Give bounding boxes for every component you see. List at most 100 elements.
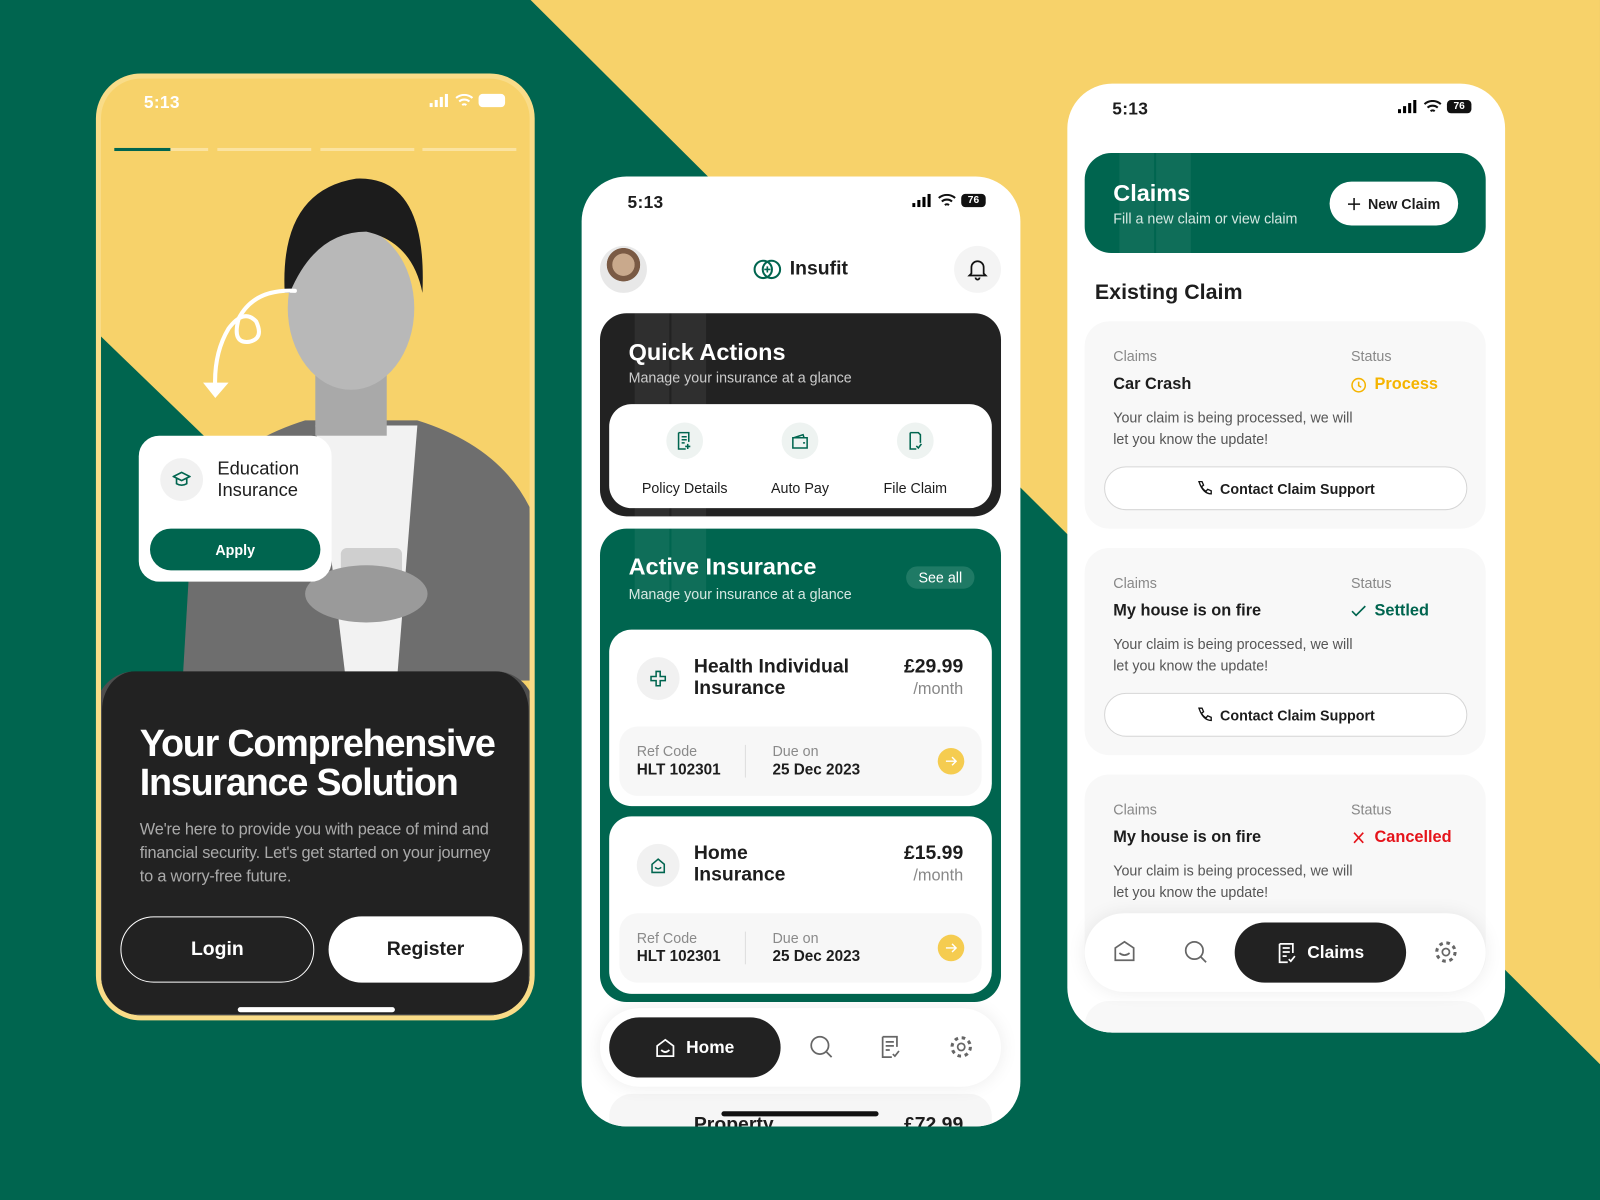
claim-description: Your claim is being processed, we will l… [1113,409,1353,447]
claim-title: My house is on fire [1113,602,1262,620]
status-time: 5:13 [627,192,664,213]
wifi-icon [1423,100,1442,113]
nav-search-icon[interactable] [1184,940,1208,964]
phone-icon [1197,707,1212,722]
open-insurance-button[interactable] [937,934,965,962]
battery-icon: 76 [961,193,986,208]
progress-segment [320,147,415,152]
insurance-details: Ref Code HLT 102301 Due on 25 Dec 2023 [619,726,982,796]
quick-action-policy-details[interactable]: Policy Details [629,422,741,496]
nav-home-icon[interactable] [1113,940,1135,962]
due-label: Due on [772,929,819,946]
claim-description: Your claim is being processed, we will l… [1113,635,1353,674]
headline: Your Comprehensive Insurance Solution [139,722,496,804]
medical-cross-icon [636,657,680,700]
nav-settings-icon[interactable] [949,1035,973,1059]
status-icons: 76 [912,193,986,208]
clock-icon [1351,377,1367,393]
progress-segment [422,147,517,152]
quick-action-file-claim[interactable]: File Claim [859,422,971,496]
insurance-title: Home Insurance [693,842,786,886]
nav-home[interactable]: Home [609,1017,781,1078]
claim-item: Claims Status My house is on fire Settle… [1084,547,1486,756]
register-button[interactable]: Register [328,916,523,983]
quick-actions-title: Quick Actions [628,338,786,366]
divider [744,931,746,965]
claims-icon [1278,942,1296,963]
quick-actions-card: Quick Actions Manage your insurance at a… [599,313,1002,517]
insurance-item[interactable]: Home Insurance £15.99 /month Ref Code HLT … [609,816,992,994]
insurance-item[interactable]: Health Individual Insurance £29.99 /month… [609,629,992,807]
nav-search-icon[interactable] [809,1035,833,1059]
promo-title: Education Insurance [217,458,300,500]
claim-title: My house is on fire [1113,828,1262,846]
divider [744,744,746,778]
home-indicator [721,1111,879,1117]
section-title: Existing Claim [1094,280,1243,305]
ref-label: Ref Code [636,929,698,946]
active-insurance-subtitle: Manage your insurance at a glance [628,585,852,603]
claim-status: Settled [1351,602,1429,620]
ref-code: HLT 102301 [636,761,721,779]
claims-label: Claims [1113,801,1157,818]
see-all-button[interactable]: See all [906,566,975,589]
insufit-logo-icon [753,259,782,280]
description: We're here to provide you with peace of … [139,821,491,886]
claim-status: Process [1351,376,1438,394]
notification-button[interactable] [954,245,1002,293]
wallet-icon [781,422,819,460]
education-insurance-card: Education Insurance Apply [138,435,332,582]
status-time: 5:13 [1112,98,1149,119]
contact-claim-support-button[interactable]: Contact Claim Support [1104,692,1468,737]
insurance-period: /month [913,867,964,885]
check-icon [1351,605,1366,617]
progress-segment [114,147,209,152]
document-plus-icon [666,422,704,460]
claim-description: Your claim is being processed, we will l… [1113,862,1353,900]
ref-label: Ref Code [636,742,698,760]
active-insurance-card: Active Insurance Manage your insurance a… [599,528,1002,1003]
file-check-icon [896,422,934,460]
insurance-title: Health Individual Insurance [693,656,850,699]
app-logo: Insufit [753,258,848,280]
contact-claim-support-button[interactable]: Contact Claim Support [1104,466,1468,511]
insurance-item[interactable]: Property £72.99 [609,1093,992,1127]
x-icon [1353,832,1364,844]
quick-action-auto-pay[interactable]: Auto Pay [744,422,856,496]
app-name: Insufit [789,258,848,280]
avatar[interactable] [599,245,647,293]
new-claim-button[interactable]: New Claim [1329,181,1459,226]
home-screen: 5:13 76 Insufit Quick Actions Manage you… [581,176,1021,1127]
arrow-right-icon [945,756,958,766]
insurance-price: £15.99 [903,842,964,865]
claim-item: Claims Status Car Crash Process Your cla… [1084,321,1486,529]
person-photo [182,178,530,681]
bottom-nav: Home [599,1008,1002,1087]
battery-icon: 76 [1446,99,1472,114]
claims-label: Claims [1113,347,1157,365]
claim-status: Cancelled [1351,829,1452,847]
nav-claims-icon[interactable] [880,1035,902,1059]
claims-subtitle: Fill a new claim or view claim [1113,210,1298,227]
status-label: Status [1351,347,1392,365]
curved-arrow-icon [203,288,297,398]
graduation-cap-icon [160,458,204,502]
arrow-right-icon [945,943,958,953]
status-label: Status [1351,801,1392,818]
insurance-price: £72.99 [903,1114,964,1127]
onboarding-screen: 5:13 Education Insurance Apply Your Compr… [95,73,535,1021]
nav-claims[interactable]: Claims [1234,922,1407,983]
open-insurance-button[interactable] [937,747,965,775]
signal-icon [912,193,931,208]
status-icons: 76 [1397,99,1472,114]
nav-settings-icon[interactable] [1434,940,1458,964]
battery-icon [478,93,506,108]
login-button[interactable]: Login [120,916,315,983]
status-time: 5:13 [143,92,180,113]
claim-item [1084,1001,1486,1033]
wifi-icon [938,193,956,206]
home-indicator [237,1007,395,1013]
apply-button[interactable]: Apply [149,528,321,571]
active-insurance-title: Active Insurance [628,553,817,580]
claims-screen: 5:13 76 Claims Fill a new claim or view … [1067,83,1506,1033]
